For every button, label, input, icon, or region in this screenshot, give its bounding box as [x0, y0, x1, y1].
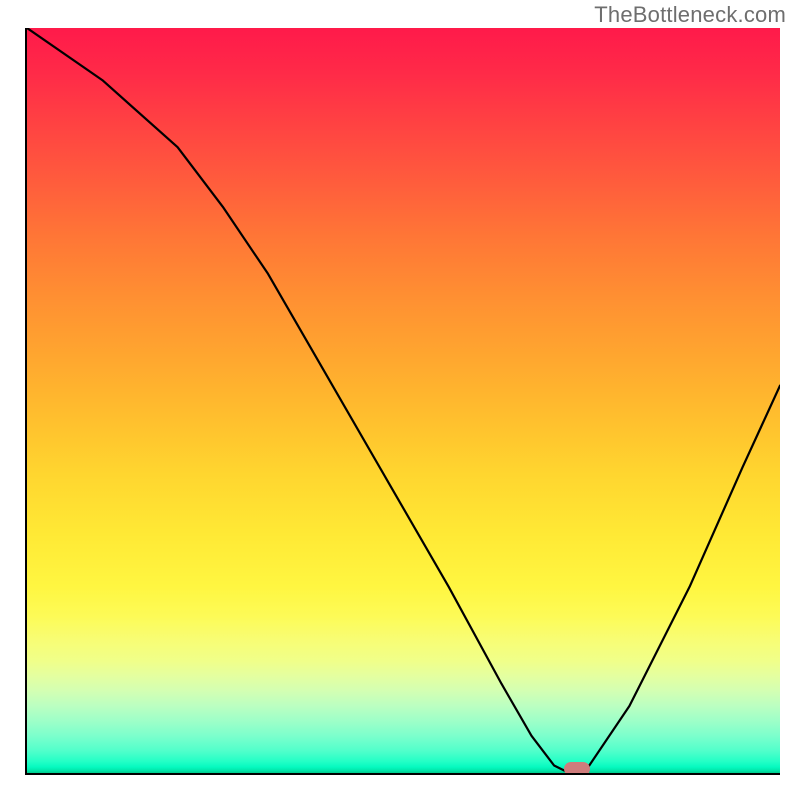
watermark-text: TheBottleneck.com — [594, 2, 786, 28]
curve-svg — [27, 28, 780, 773]
min-marker — [564, 762, 590, 775]
bottleneck-chart: TheBottleneck.com — [0, 0, 800, 800]
plot-area — [25, 28, 780, 775]
bottleneck-curve-path — [27, 28, 780, 773]
